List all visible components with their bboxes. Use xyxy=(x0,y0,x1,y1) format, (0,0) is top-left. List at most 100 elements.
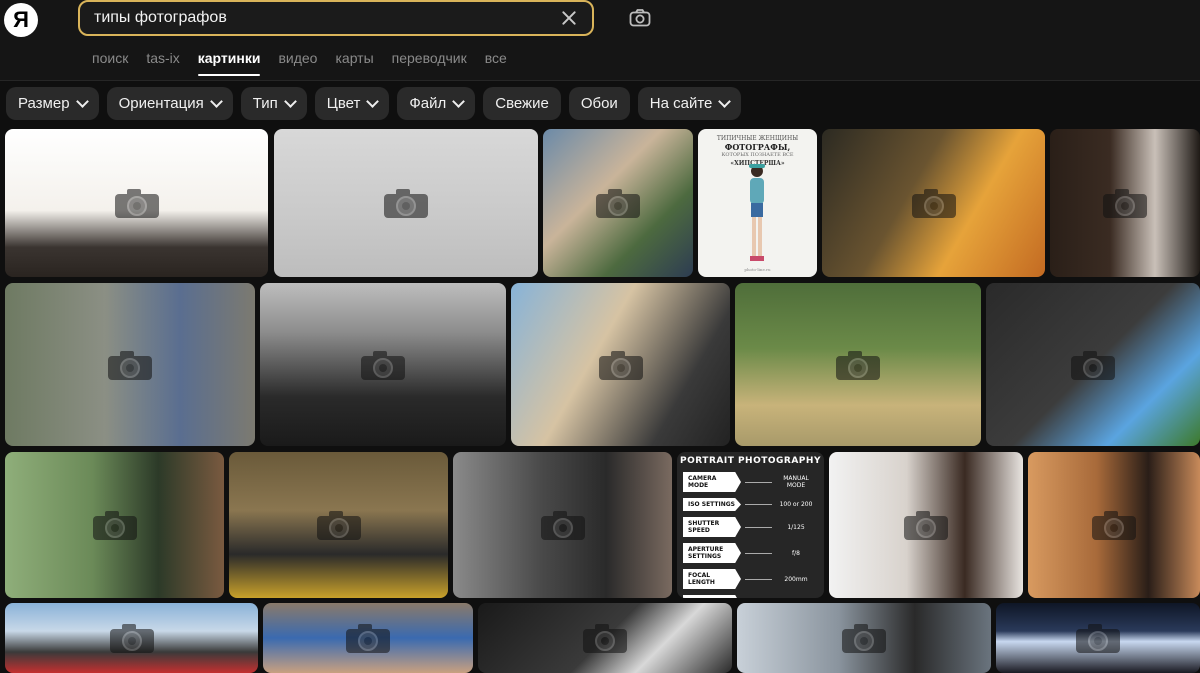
camera-icon xyxy=(361,351,405,380)
image-tile-photographers-field[interactable] xyxy=(735,283,981,446)
yandex-logo[interactable]: Я xyxy=(4,3,38,37)
illustration-figure xyxy=(742,161,772,266)
portrait-card-row: ISO SETTINGS 100 or 200 xyxy=(683,498,816,511)
portrait-card-value: 200mm xyxy=(784,575,808,583)
camera-icon xyxy=(1092,511,1136,540)
filter-chip-2[interactable]: Тип xyxy=(240,87,307,120)
filter-label: Размер xyxy=(18,95,70,112)
filter-label: Файл xyxy=(409,95,447,112)
camera-icon xyxy=(596,189,640,218)
book-cover-footer: photo-line.ru xyxy=(744,267,771,272)
portrait-card-setting: ISO SETTINGS xyxy=(683,498,741,511)
tab-0[interactable]: поиск xyxy=(92,50,128,76)
filter-chip-6[interactable]: Обои xyxy=(568,87,630,120)
camera-icon xyxy=(93,511,137,540)
image-tile-hands-camera-closeup[interactable] xyxy=(453,452,672,598)
camera-icon xyxy=(346,624,390,653)
camera-icon xyxy=(912,189,956,218)
portrait-card-row: SHUTTER SPEED 1/125 xyxy=(683,517,816,537)
image-tile-shooting-from-below[interactable] xyxy=(5,603,258,673)
camera-icon xyxy=(1071,351,1115,380)
tab-4[interactable]: карты xyxy=(335,50,373,76)
portrait-card-value: MANUAL MODE xyxy=(783,475,809,489)
camera-icon xyxy=(583,624,627,653)
camera-icon xyxy=(836,351,880,380)
filter-label: На сайте xyxy=(649,95,713,112)
portrait-card-value: 100 or 200 xyxy=(779,501,813,508)
tab-5[interactable]: переводчик xyxy=(392,50,467,76)
image-tile-hands-dslr[interactable] xyxy=(737,603,991,673)
camera-icon xyxy=(108,351,152,380)
camera-icon xyxy=(115,189,159,218)
image-tile-man-white-lens[interactable] xyxy=(5,283,255,446)
image-tile-photographer-tripods[interactable] xyxy=(274,129,538,277)
chevron-down-icon xyxy=(452,95,466,108)
filter-chip-0[interactable]: Размер xyxy=(6,87,99,120)
image-tile-camera-warm-light[interactable] xyxy=(1028,452,1200,598)
image-tile-man-shooting-woman[interactable] xyxy=(511,283,730,446)
image-tile-woman-many-cameras[interactable] xyxy=(229,452,448,598)
camera-icon xyxy=(110,624,154,653)
divider-line xyxy=(745,504,772,505)
chevron-down-icon xyxy=(209,95,223,108)
camera-icon xyxy=(904,511,948,540)
image-tile-group-photographers[interactable] xyxy=(260,283,506,446)
portrait-card-row: FOCAL LENGTH 200mm xyxy=(683,569,816,589)
chevron-down-icon xyxy=(283,95,297,108)
image-tile-portrait-photography-card[interactable]: PORTRAIT PHOTOGRAPHY CAMERA MODE MANUAL MO… xyxy=(677,452,824,598)
portrait-card-row: CAMERA MODE MANUAL MODE xyxy=(683,472,816,492)
filter-label: Обои xyxy=(580,95,618,112)
tab-3[interactable]: видео xyxy=(278,50,317,76)
filter-chip-7[interactable]: На сайте xyxy=(637,87,742,120)
camera-icon xyxy=(599,351,643,380)
book-cover-line3: КОТОРЫХ ПОЗНАЕТЕ ВСЕ xyxy=(721,152,794,158)
portrait-card-value: 1/125 xyxy=(787,523,805,531)
filter-chip-4[interactable]: Файл xyxy=(397,87,476,120)
image-tile-book-cover-hipster[interactable]: ТИПИЧНЫЕ ЖЕНЩИНЫ ФОТОГРАФЫ, КОТОРЫХ ПОЗНАЕ… xyxy=(698,129,817,277)
portrait-card-row: FLASH POWER50% xyxy=(683,595,816,598)
portrait-card-setting: CAMERA MODE xyxy=(683,472,741,492)
filter-chip-1[interactable]: Ориентация xyxy=(106,87,233,120)
camera-search-icon[interactable] xyxy=(629,9,651,27)
filter-chip-3[interactable]: Цвет xyxy=(314,87,390,120)
camera-icon xyxy=(384,189,428,218)
portrait-card-setting: SHUTTER SPEED xyxy=(683,517,741,537)
image-tile-man-camera-face[interactable] xyxy=(829,452,1023,598)
camera-icon xyxy=(1103,189,1147,218)
search-input[interactable]: типы фотографов xyxy=(94,9,558,27)
portrait-card-title: PORTRAIT PHOTOGRAPHY xyxy=(680,456,821,466)
divider-line xyxy=(745,526,772,528)
filter-label: Цвет xyxy=(326,95,361,112)
chevron-down-icon xyxy=(75,95,89,108)
book-cover-line2: ФОТОГРАФЫ, xyxy=(724,142,791,152)
image-tile-photographers-collage[interactable] xyxy=(543,129,693,277)
search-box[interactable]: типы фотографов xyxy=(78,0,594,36)
image-tile-press-crowd-flashes[interactable] xyxy=(996,603,1200,673)
clear-icon[interactable] xyxy=(558,7,580,29)
image-tile-photographer-hat-cameras[interactable] xyxy=(5,129,268,277)
portrait-card-value: f/8 xyxy=(792,549,800,557)
tab-2[interactable]: картинки xyxy=(197,50,260,76)
portrait-card-setting: FOCAL LENGTH xyxy=(683,569,741,589)
image-tile-young-man-camera[interactable] xyxy=(5,452,224,598)
filter-chip-5[interactable]: Свежие xyxy=(483,87,561,120)
camera-icon xyxy=(317,511,361,540)
image-tile-camera-photo-print[interactable] xyxy=(986,283,1200,446)
tab-1[interactable]: tas-ix xyxy=(146,50,179,76)
header-bar: Я типы фотографов поиск tas-ix картинки вид… xyxy=(0,0,1200,81)
search-tabs: поиск tas-ix картинки видео карты переводчик в… xyxy=(92,50,507,76)
image-tile-kneeling-photographer[interactable] xyxy=(263,603,473,673)
filter-label: Ориентация xyxy=(118,95,204,112)
filter-label: Свежие xyxy=(495,95,549,112)
divider-line xyxy=(745,552,772,554)
image-tile-telephoto-lens-dark[interactable] xyxy=(1050,129,1200,277)
camera-icon xyxy=(842,624,886,653)
divider-line xyxy=(745,578,772,580)
tab-6[interactable]: все xyxy=(485,50,507,76)
image-tile-studio-lights[interactable] xyxy=(478,603,732,673)
image-tile-camera-autumn-bridge[interactable] xyxy=(822,129,1045,277)
chevron-down-icon xyxy=(366,95,380,108)
portrait-card-row: APERTURE SETTINGS f/8 xyxy=(683,543,816,563)
portrait-card-setting: FLASH POWER xyxy=(683,595,741,598)
book-cover-line1: ТИПИЧНЫЕ ЖЕНЩИНЫ xyxy=(716,135,799,142)
